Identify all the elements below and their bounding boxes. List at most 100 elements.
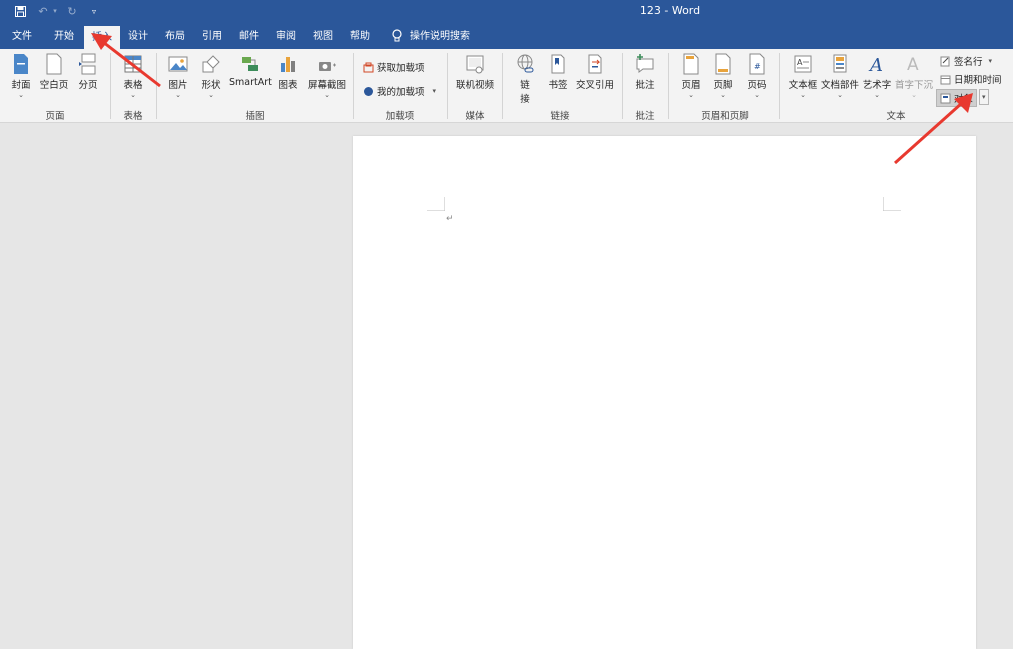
- chevron-down-icon: ▾: [982, 93, 986, 101]
- paragraph-mark: ↵: [446, 214, 454, 224]
- pages-group-label: 页面: [45, 111, 65, 122]
- tab-design[interactable]: 设计: [120, 24, 156, 49]
- chevron-down-icon: ⌄: [175, 91, 181, 99]
- group-divider: [353, 53, 354, 119]
- page-number-icon: #: [749, 53, 765, 75]
- smartart-label: SmartArt: [229, 77, 272, 88]
- smartart-button[interactable]: SmartArt: [229, 53, 272, 88]
- bookmark-button[interactable]: 书签: [546, 53, 570, 91]
- chevron-down-icon: ⌄: [837, 91, 843, 99]
- textbox-button[interactable]: A 文本框 ⌄: [787, 53, 819, 99]
- get-addins-button[interactable]: 获取加载项: [363, 60, 425, 74]
- tab-file[interactable]: 文件: [3, 24, 41, 49]
- object-icon: [940, 93, 951, 103]
- shapes-button[interactable]: 形状 ⌄: [199, 53, 223, 99]
- tab-home[interactable]: 开始: [44, 24, 84, 49]
- comment-icon: [636, 54, 654, 73]
- tab-mailings[interactable]: 邮件: [231, 24, 267, 49]
- blank-page-icon: [46, 53, 62, 75]
- table-label: 表格: [123, 80, 143, 91]
- svg-text:A: A: [907, 55, 919, 75]
- tab-layout[interactable]: 布局: [157, 24, 193, 49]
- signature-line-label: 签名行: [954, 57, 983, 68]
- comment-label: 批注: [635, 80, 655, 91]
- links-group-label: 链接: [550, 111, 570, 122]
- group-divider: [156, 53, 157, 119]
- svg-text:A: A: [797, 58, 803, 67]
- undo-icon[interactable]: ↶: [36, 4, 50, 18]
- chart-button[interactable]: 图表: [276, 53, 300, 91]
- cross-reference-button[interactable]: 交叉引用: [575, 53, 615, 91]
- chart-icon: [281, 57, 295, 72]
- customize-icon[interactable]: ▿: [88, 4, 100, 18]
- page-break-label: 分页: [78, 80, 98, 91]
- tables-group-label: 表格: [123, 111, 143, 122]
- cover-page-icon: [14, 54, 28, 74]
- chevron-down-icon: ⌄: [874, 91, 880, 99]
- cover-page-button[interactable]: 封面 ⌄: [9, 53, 33, 99]
- chevron-down-icon: ⌄: [800, 91, 806, 99]
- drop-cap-icon: A: [907, 55, 919, 75]
- shapes-icon: [202, 55, 220, 73]
- video-icon: [466, 55, 484, 74]
- margin-corner-marker: [427, 197, 445, 211]
- quick-parts-label: 文档部件: [821, 80, 860, 91]
- header-icon: [683, 53, 699, 75]
- date-time-button[interactable]: 日期和时间: [940, 72, 1002, 86]
- chevron-down-icon: ▾: [988, 57, 993, 65]
- table-button[interactable]: 表格 ⌄: [120, 53, 146, 99]
- signature-line-button[interactable]: 签名行 ▾: [940, 54, 992, 68]
- wordart-button[interactable]: A 艺术字 ⌄: [862, 53, 892, 99]
- smartart-icon: [242, 57, 258, 71]
- chevron-down-icon: ⌄: [688, 91, 694, 99]
- addin-icon: [364, 86, 373, 96]
- group-divider: [622, 53, 623, 119]
- screenshot-button[interactable]: 屏幕截图 ⌄: [305, 53, 349, 99]
- bookmark-icon: [551, 54, 565, 74]
- page-number-label: 页码: [747, 80, 767, 91]
- signature-icon: [940, 56, 950, 66]
- footer-button[interactable]: 页脚 ⌄: [711, 53, 735, 99]
- object-dropdown[interactable]: ▾: [979, 89, 989, 105]
- cross-reference-label: 交叉引用: [575, 80, 614, 91]
- save-icon[interactable]: [13, 4, 27, 18]
- tab-view[interactable]: 视图: [305, 24, 341, 49]
- drop-cap-button[interactable]: A 首字下沉 ⌄: [894, 53, 934, 99]
- wordart-label: 艺术字: [862, 80, 892, 91]
- blank-page-button[interactable]: 空白页: [38, 53, 70, 91]
- my-addins-button[interactable]: 我的加载项 ▾: [363, 84, 436, 98]
- cover-page-label: 封面: [11, 80, 31, 91]
- footer-icon: [715, 53, 731, 75]
- tab-insert[interactable]: 插入: [84, 26, 120, 49]
- group-divider: [668, 53, 669, 119]
- tab-references[interactable]: 引用: [194, 24, 230, 49]
- undo-dropdown-icon[interactable]: ▾: [51, 4, 59, 18]
- comment-button[interactable]: 批注: [633, 53, 657, 91]
- page-number-button[interactable]: # 页码 ⌄: [745, 53, 769, 99]
- chevron-down-icon: ⌄: [18, 91, 24, 99]
- table-icon: [124, 55, 142, 73]
- cross-reference-icon: [588, 54, 602, 74]
- quick-parts-button[interactable]: 文档部件 ⌄: [821, 53, 859, 99]
- tab-help[interactable]: 帮助: [342, 24, 378, 49]
- tab-review[interactable]: 审阅: [268, 24, 304, 49]
- tell-me-search[interactable]: 操作说明搜索: [410, 24, 485, 49]
- online-video-button[interactable]: 联机视频: [455, 53, 495, 91]
- my-addins-label: 我的加载项: [377, 87, 425, 98]
- blank-page-label: 空白页: [39, 80, 69, 91]
- header-button[interactable]: 页眉 ⌄: [679, 53, 703, 99]
- chevron-down-icon: ⌄: [754, 91, 760, 99]
- media-group-label: 媒体: [465, 111, 485, 122]
- page-break-button[interactable]: 分页: [76, 53, 100, 91]
- svg-text:A: A: [868, 55, 883, 75]
- link-button[interactable]: 链 接: [513, 53, 537, 105]
- chevron-down-icon: ⌄: [208, 91, 214, 99]
- chart-label: 图表: [278, 80, 298, 91]
- group-divider: [779, 53, 780, 119]
- pictures-button[interactable]: 图片 ⌄: [166, 53, 190, 99]
- lightbulb-icon: [392, 29, 402, 42]
- redo-icon[interactable]: ↻: [65, 4, 79, 18]
- document-page[interactable]: ↵: [353, 136, 976, 649]
- text-group-label: 文本: [886, 111, 906, 122]
- object-button[interactable]: 对象: [936, 89, 978, 107]
